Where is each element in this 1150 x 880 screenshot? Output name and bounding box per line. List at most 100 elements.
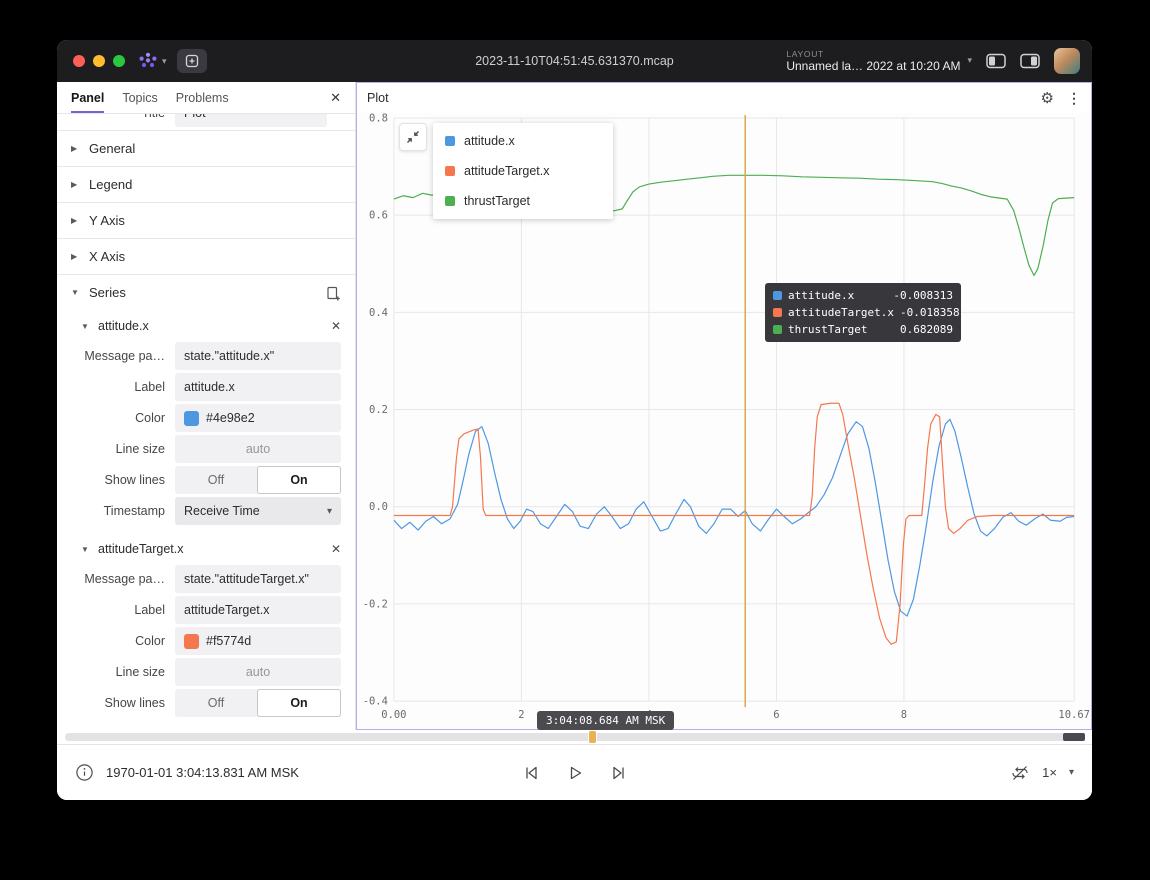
section-general[interactable]: ▶ General: [57, 130, 355, 166]
minimize-window-button[interactable]: [93, 55, 105, 67]
field-row: Message pa… state."attitude.x": [57, 342, 341, 370]
settings-sidebar: Panel Topics Problems ✕ Title Plot ▶ Ge: [57, 82, 356, 730]
scrubber-track[interactable]: [65, 733, 1084, 741]
show-lines-toggle: Off On: [175, 466, 341, 494]
layout-selector[interactable]: LAYOUT Unnamed la… 2022 at 10:20 AM ▾: [786, 49, 972, 74]
message-path-input[interactable]: state."attitude.x": [175, 342, 341, 370]
skip-forward-icon: [610, 764, 628, 782]
info-icon: [75, 763, 94, 782]
seek-backward-button[interactable]: [522, 764, 540, 782]
color-value: #f5774d: [206, 634, 251, 648]
color-value: #4e98e2: [206, 411, 255, 425]
sidebar-close-icon[interactable]: ✕: [328, 90, 343, 106]
chevron-right-icon: ▶: [71, 252, 81, 261]
tooltip-row: thrustTarget 0.682089: [773, 323, 953, 336]
svg-text:0.8: 0.8: [369, 113, 388, 124]
more-options-icon[interactable]: ⋮: [1067, 90, 1081, 107]
show-lines-off-button[interactable]: Off: [175, 689, 257, 717]
field-row: Color #f5774d: [57, 627, 341, 655]
line-size-label: Line size: [57, 665, 175, 679]
svg-text:0.0: 0.0: [369, 501, 388, 513]
message-path-value: state."attitude.x": [184, 349, 274, 363]
color-swatch[interactable]: [184, 634, 199, 649]
playback-speed[interactable]: 1×: [1042, 765, 1057, 780]
layout-name: Unnamed la… 2022 at 10:20 AM: [786, 59, 960, 73]
plot-legend: attitude.x attitudeTarget.x thrustTarget: [399, 123, 613, 219]
plot-canvas[interactable]: 0.80.60.40.20.0-0.2-0.40.00246810.67 att…: [357, 113, 1091, 729]
loop-toggle-button[interactable]: [1010, 764, 1030, 782]
color-input[interactable]: #f5774d: [175, 627, 341, 655]
avatar[interactable]: [1054, 48, 1080, 74]
timestamp-select[interactable]: Receive Time ▾: [175, 497, 341, 525]
add-series-icon: [325, 285, 341, 301]
remove-series-icon[interactable]: ✕: [331, 542, 341, 556]
show-lines-off-button[interactable]: Off: [175, 466, 257, 494]
label-input[interactable]: attitude.x: [175, 373, 341, 401]
clipped-title-row: Title Plot: [57, 114, 355, 130]
section-y-axis[interactable]: ▶ Y Axis: [57, 202, 355, 238]
line-size-input[interactable]: auto: [175, 435, 341, 463]
section-label: Y Axis: [89, 213, 125, 228]
section-series[interactable]: ▼ Series: [57, 274, 355, 310]
collapse-icon: [405, 129, 421, 145]
tab-topics[interactable]: Topics: [122, 82, 157, 113]
title-input[interactable]: Plot: [175, 114, 327, 127]
timeline-scrubber[interactable]: [57, 730, 1092, 744]
field-row: Show lines Off On: [57, 689, 341, 717]
tab-panel[interactable]: Panel: [71, 82, 104, 113]
new-window-button[interactable]: [177, 49, 207, 73]
legend-swatch: [445, 166, 455, 176]
data-source-info-button[interactable]: [75, 763, 94, 782]
close-window-button[interactable]: [73, 55, 85, 67]
color-input[interactable]: #4e98e2: [175, 404, 341, 432]
loop-off-icon: [1010, 764, 1030, 782]
series-header-attitude-x[interactable]: ▼ attitude.x ✕: [57, 310, 355, 342]
message-path-input[interactable]: state."attitudeTarget.x": [175, 565, 341, 593]
zoom-window-button[interactable]: [113, 55, 125, 67]
titlebar: ▾ 2023-11-10T04:51:45.631370.mcap LAYOUT…: [57, 40, 1092, 82]
add-icon: [184, 53, 200, 69]
seek-forward-button[interactable]: [610, 764, 628, 782]
field-row: Timestamp Receive Time ▾: [57, 497, 341, 525]
right-sidebar-toggle[interactable]: [1020, 53, 1040, 69]
add-series-button[interactable]: [325, 285, 341, 301]
line-size-value: auto: [246, 665, 270, 679]
section-x-axis[interactable]: ▶ X Axis: [57, 238, 355, 274]
tooltip-value: -0.008313: [893, 289, 953, 302]
settings-gear-icon[interactable]: ⚙: [1041, 89, 1054, 107]
message-path-label: Message pa…: [57, 572, 175, 586]
app-window: ▾ 2023-11-10T04:51:45.631370.mcap LAYOUT…: [57, 40, 1092, 800]
tooltip-row: attitude.x -0.008313: [773, 289, 953, 302]
plot-panel-header[interactable]: Plot ⚙ ⋮: [357, 83, 1091, 113]
label-input[interactable]: attitudeTarget.x: [175, 596, 341, 624]
line-size-label: Line size: [57, 442, 175, 456]
remove-series-icon[interactable]: ✕: [331, 319, 341, 333]
legend-label: attitude.x: [464, 134, 515, 148]
field-row: Line size auto: [57, 658, 341, 686]
legend-item[interactable]: attitude.x: [433, 126, 613, 156]
current-timestamp: 1970-01-01 3:04:13.831 AM MSK: [106, 765, 299, 780]
svg-text:0.2: 0.2: [369, 404, 388, 416]
tooltip-swatch: [773, 325, 782, 334]
app-menu-button[interactable]: ▾: [137, 51, 167, 71]
tab-problems[interactable]: Problems: [176, 82, 229, 113]
show-lines-on-button[interactable]: On: [257, 466, 341, 494]
legend-item[interactable]: attitudeTarget.x: [433, 156, 613, 186]
collapse-legend-button[interactable]: [399, 123, 427, 151]
scrubber-playhead[interactable]: [589, 731, 596, 743]
left-sidebar-toggle[interactable]: [986, 53, 1006, 69]
field-row: Label attitudeTarget.x: [57, 596, 341, 624]
series-header-attitude-target-x[interactable]: ▼ attitudeTarget.x ✕: [57, 533, 355, 565]
section-legend[interactable]: ▶ Legend: [57, 166, 355, 202]
line-size-input[interactable]: auto: [175, 658, 341, 686]
chevron-down-icon: ▼: [81, 545, 91, 554]
tooltip-swatch: [773, 291, 782, 300]
series-title: attitude.x: [98, 319, 149, 333]
legend-item[interactable]: thrustTarget: [433, 186, 613, 216]
tooltip-value: 0.682089: [900, 323, 953, 336]
play-button[interactable]: [566, 764, 584, 782]
color-swatch[interactable]: [184, 411, 199, 426]
chevron-down-icon[interactable]: ▾: [1069, 767, 1074, 778]
right-panel-icon: [1020, 53, 1040, 69]
show-lines-on-button[interactable]: On: [257, 689, 341, 717]
